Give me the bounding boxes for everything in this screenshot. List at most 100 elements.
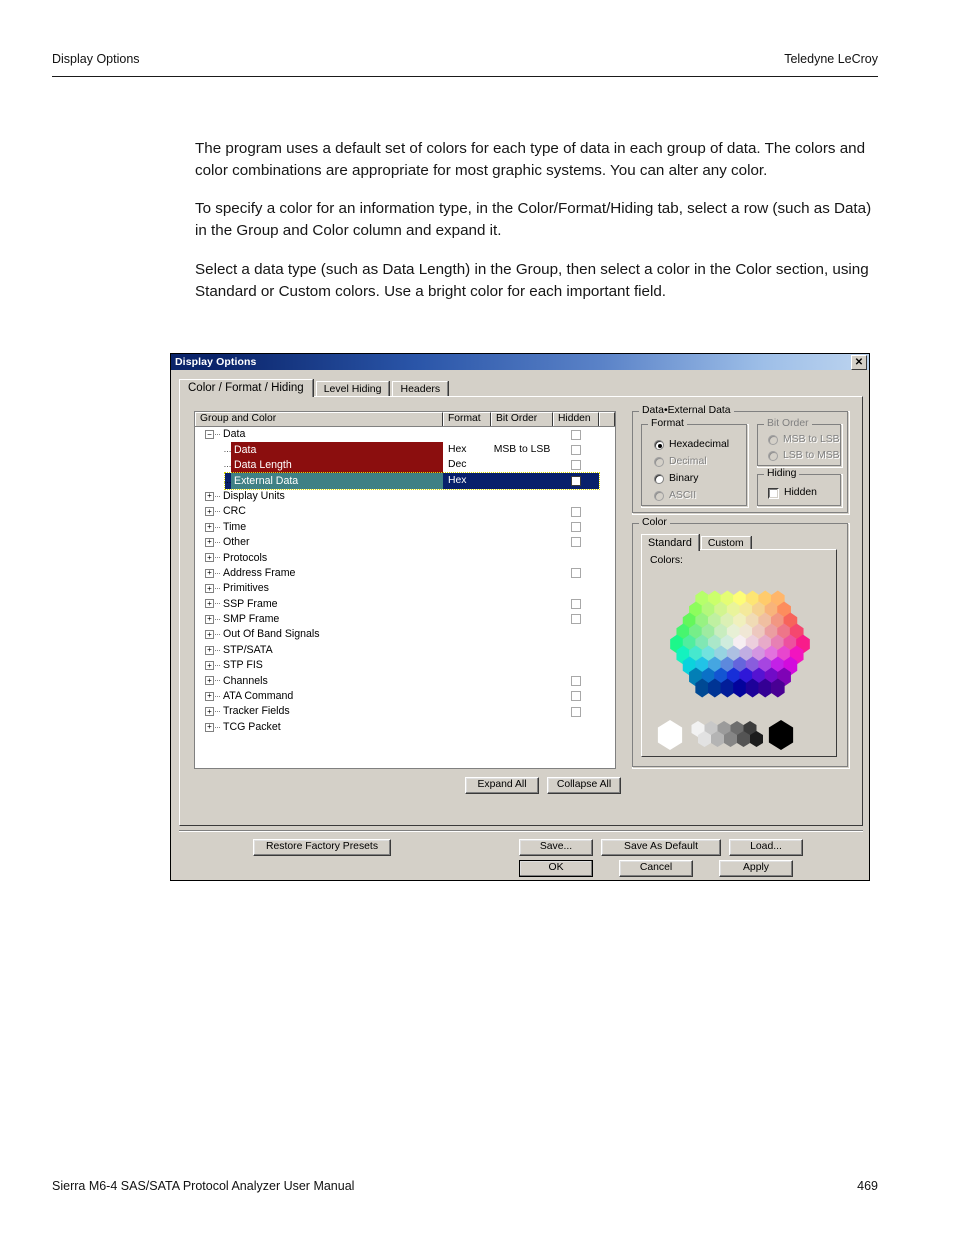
- restore-factory-presets-button[interactable]: Restore Factory Presets: [253, 839, 391, 856]
- tree-toggle-icon[interactable]: +: [205, 630, 214, 640]
- hidden-checkbox[interactable]: [571, 691, 581, 702]
- tree-toggle-icon[interactable]: +: [205, 522, 214, 532]
- color-hexagon-palette[interactable]: [642, 568, 838, 718]
- checkbox-icon-hidden: [768, 488, 779, 499]
- tree-item-label: Primitives: [223, 582, 269, 595]
- table-row[interactable]: + CRC: [195, 504, 615, 519]
- table-row[interactable]: … External Data Hex: [195, 472, 615, 490]
- tree-toggle-icon[interactable]: +: [205, 707, 214, 717]
- tree-toggle-icon[interactable]: +: [205, 491, 214, 501]
- cell-hidden: [553, 658, 599, 673]
- color-hexagon-svg[interactable]: [642, 568, 838, 718]
- button-bar-separator: [179, 830, 863, 832]
- radio-hexadecimal[interactable]: Hexadecimal: [654, 439, 729, 451]
- checkbox-hidden[interactable]: Hidden: [768, 487, 817, 499]
- column-header-format[interactable]: Format: [443, 412, 491, 426]
- tree-toggle-icon[interactable]: +: [205, 614, 214, 624]
- cell-hidden: [553, 473, 599, 488]
- radio-decimal: Decimal: [654, 456, 707, 468]
- cancel-button[interactable]: Cancel: [619, 860, 693, 877]
- checkbox-label-hidden: Hidden: [784, 487, 817, 499]
- tab-standard-colors[interactable]: Standard: [641, 534, 699, 551]
- cell-format: [443, 535, 491, 550]
- palette-swatch[interactable]: [657, 720, 683, 750]
- running-foot: Sierra M6-4 SAS/SATA Protocol Analyzer U…: [52, 1179, 878, 1199]
- tree-toggle-icon[interactable]: +: [205, 722, 214, 732]
- save-button[interactable]: Save...: [519, 839, 593, 856]
- cell-format: [443, 596, 491, 611]
- tree-toggle-icon[interactable]: +: [205, 645, 214, 655]
- hidden-checkbox[interactable]: [571, 429, 581, 440]
- hidden-checkbox[interactable]: [571, 614, 581, 625]
- table-row[interactable]: − Data: [195, 427, 615, 442]
- column-header-hidden[interactable]: Hidden: [553, 412, 599, 426]
- column-header-bit-order[interactable]: Bit Order: [491, 412, 553, 426]
- load-button[interactable]: Load...: [729, 839, 803, 856]
- cell-format: Dec: [448, 459, 467, 471]
- table-row[interactable]: + Protocols: [195, 550, 615, 565]
- tree-toggle-icon[interactable]: +: [205, 676, 214, 686]
- collapse-all-button[interactable]: Collapse All: [547, 777, 621, 794]
- table-row[interactable]: + TCG Packet: [195, 719, 615, 734]
- table-row[interactable]: + SMP Frame: [195, 612, 615, 627]
- table-row[interactable]: + Time: [195, 519, 615, 534]
- table-row[interactable]: + Channels: [195, 673, 615, 688]
- ok-button[interactable]: OK: [519, 860, 593, 877]
- tab-headers[interactable]: Headers: [392, 381, 449, 397]
- group-and-color-grid[interactable]: Group and Color Format Bit Order Hidden …: [194, 411, 616, 769]
- grayscale-palette[interactable]: [650, 718, 830, 752]
- tree-toggle-icon[interactable]: +: [205, 599, 214, 609]
- tree-toggle-icon[interactable]: +: [205, 661, 214, 671]
- table-row[interactable]: + Primitives: [195, 581, 615, 596]
- close-icon[interactable]: ✕: [851, 355, 867, 370]
- table-row[interactable]: … Data Hex MSB to LSB: [195, 442, 615, 458]
- tree-toggle-icon[interactable]: +: [205, 537, 214, 547]
- table-row[interactable]: + Other: [195, 535, 615, 550]
- hidden-checkbox[interactable]: [571, 537, 581, 548]
- tree-toggle-icon[interactable]: +: [205, 584, 214, 594]
- color-title: Color: [639, 517, 670, 529]
- cell-bit-order: [491, 550, 553, 565]
- table-row[interactable]: + SSP Frame: [195, 596, 615, 611]
- format-groupbox: Format Hexadecimal Decimal Binary ASCII: [641, 418, 749, 508]
- cell-format: [443, 489, 491, 504]
- cell-hidden: [553, 550, 599, 565]
- tree-toggle-icon[interactable]: +: [205, 691, 214, 701]
- grayscale-hexagon-svg[interactable]: [650, 718, 830, 752]
- table-row[interactable]: + STP/SATA: [195, 642, 615, 657]
- radio-icon-msb-to-lsb: [768, 435, 778, 446]
- table-row[interactable]: + Address Frame: [195, 566, 615, 581]
- expand-all-button[interactable]: Expand All: [465, 777, 539, 794]
- radio-binary[interactable]: Binary: [654, 473, 698, 485]
- table-row[interactable]: … Data Length Dec: [195, 457, 615, 474]
- hidden-checkbox[interactable]: [571, 445, 581, 456]
- radio-lsb-to-msb: LSB to MSB: [768, 450, 840, 462]
- table-row[interactable]: + Tracker Fields: [195, 704, 615, 719]
- cell-hidden: [553, 642, 599, 657]
- apply-button[interactable]: Apply: [719, 860, 793, 877]
- hidden-checkbox[interactable]: [571, 568, 581, 579]
- header-rule: [52, 76, 878, 78]
- tab-level-hiding[interactable]: Level Hiding: [315, 381, 390, 397]
- hidden-checkbox[interactable]: [571, 706, 581, 717]
- hidden-checkbox[interactable]: [571, 675, 581, 686]
- table-row[interactable]: + Display Units: [195, 489, 615, 504]
- hidden-checkbox[interactable]: [571, 506, 581, 517]
- tree-toggle-icon[interactable]: +: [205, 568, 214, 578]
- hidden-checkbox[interactable]: [571, 475, 581, 486]
- table-row[interactable]: + STP FIS: [195, 658, 615, 673]
- grid-header-row: Group and Color Format Bit Order Hidden: [195, 412, 615, 427]
- save-as-default-button[interactable]: Save As Default: [601, 839, 721, 856]
- tree-toggle-icon[interactable]: +: [205, 507, 214, 517]
- hiding-groupbox: Hiding Hidden: [757, 468, 843, 508]
- column-header-group-and-color[interactable]: Group and Color: [195, 412, 443, 426]
- table-row[interactable]: + ATA Command: [195, 689, 615, 704]
- tree-toggle-icon[interactable]: +: [205, 553, 214, 563]
- tree-toggle-icon[interactable]: −: [205, 430, 214, 440]
- hidden-checkbox[interactable]: [571, 598, 581, 609]
- palette-swatch[interactable]: [768, 720, 794, 750]
- tab-color-format-hiding[interactable]: Color / Format / Hiding: [179, 379, 313, 397]
- hidden-checkbox[interactable]: [571, 522, 581, 533]
- hidden-checkbox[interactable]: [571, 460, 581, 471]
- table-row[interactable]: + Out Of Band Signals: [195, 627, 615, 642]
